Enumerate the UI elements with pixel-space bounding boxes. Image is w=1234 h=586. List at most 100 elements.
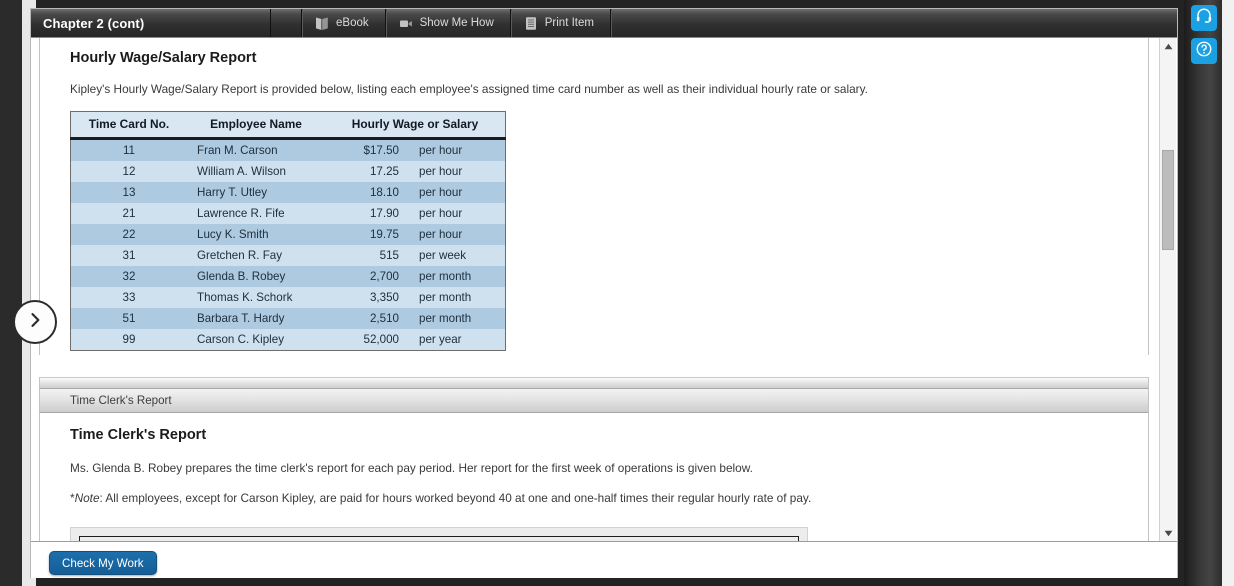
tab-ebook-label: eBook: [336, 17, 369, 29]
cell-time-card-no: 32: [122, 269, 136, 283]
title-tab-bar: Chapter 2 (cont) eBook Show Me How Print…: [31, 9, 1177, 37]
hourly-wage-section: Hourly Wage/Salary Report Kipley's Hourl…: [39, 38, 1149, 355]
cell-time-card-no: 21: [122, 206, 136, 220]
help-button[interactable]: [1191, 38, 1217, 64]
main-window: Chapter 2 (cont) eBook Show Me How Print…: [30, 8, 1178, 578]
cell-wage-period: per hour: [419, 143, 463, 157]
cell-wage-amount: 515: [379, 248, 399, 262]
tab-print-item-label: Print Item: [544, 17, 594, 29]
cell-employee-name: Thomas K. Schork: [197, 290, 293, 304]
th-employee-name: Employee Name: [187, 111, 325, 140]
document-lines-icon: [524, 16, 538, 31]
tab-ebook[interactable]: eBook: [302, 9, 386, 37]
table-header-row: Time Card No. Employee Name Hourly Wage …: [70, 111, 506, 140]
section-b-note: *Note: All employees, except for Carson …: [70, 491, 1118, 507]
table-row: 12 William A. Wilson 17.25 per hour: [70, 160, 506, 182]
cell-wage-amount: 3,350: [369, 290, 399, 304]
question-mark-icon: [1195, 40, 1213, 63]
scrollbar-thumb[interactable]: [1162, 150, 1174, 250]
cell-time-card-no: 11: [122, 143, 136, 157]
cell-employee-name: Harry T. Utley: [197, 185, 268, 199]
table-row: 21 Lawrence R. Fife 17.90 per hour: [70, 202, 506, 224]
section-a-intro: Kipley's Hourly Wage/Salary Report is pr…: [70, 82, 868, 96]
cell-wage-amount: 18.10: [369, 185, 399, 199]
headset-icon: [1195, 7, 1213, 30]
cell-time-card-no: 12: [122, 164, 136, 178]
section-bar-label: Time Clerk's Report: [70, 394, 172, 407]
time-clerk-report-box: TIME CLERK'S REPORT NO. 1: [70, 526, 808, 541]
cell-time-card-no: 33: [122, 290, 136, 304]
vertical-scrollbar[interactable]: [1159, 38, 1176, 541]
cell-time-card-no: 31: [122, 248, 136, 262]
scrollable-content: Hourly Wage/Salary Report Kipley's Hourl…: [31, 38, 1159, 541]
cell-wage-period: per week: [419, 248, 467, 262]
cell-employee-name: Fran M. Carson: [197, 143, 278, 157]
cell-employee-name: Lucy K. Smith: [197, 227, 269, 241]
cell-wage-period: per month: [419, 311, 472, 325]
cell-employee-name: Gretchen R. Fay: [197, 248, 283, 262]
cell-time-card-no: 22: [122, 227, 136, 241]
cell-wage-period: per hour: [419, 164, 463, 178]
table-row: 32 Glenda B. Robey 2,700 per month: [70, 265, 506, 287]
cell-wage-period: per hour: [419, 227, 463, 241]
tab-show-me-how[interactable]: Show Me How: [385, 9, 511, 37]
triangle-up-icon: [1164, 37, 1173, 55]
cell-employee-name: Carson C. Kipley: [197, 332, 284, 346]
book-icon: [315, 16, 329, 31]
cell-employee-name: Glenda B. Robey: [197, 269, 286, 283]
section-a-heading: Hourly Wage/Salary Report: [70, 50, 257, 66]
th-time-card-no: Time Card No.: [70, 111, 187, 140]
chapter-title: Chapter 2 (cont): [31, 9, 271, 37]
cell-employee-name: Lawrence R. Fife: [197, 206, 285, 220]
cell-time-card-no: 13: [122, 185, 136, 199]
time-clerk-section-bar: Time Clerk's Report: [39, 389, 1149, 413]
check-my-work-button[interactable]: Check My Work: [49, 551, 157, 575]
triangle-down-icon: [1164, 524, 1173, 542]
hourly-wage-table: Time Card No. Employee Name Hourly Wage …: [70, 110, 506, 351]
cell-wage-period: per hour: [419, 206, 463, 220]
scroll-down-button[interactable]: [1160, 525, 1176, 541]
application-frame: Chapter 2 (cont) eBook Show Me How Print…: [0, 0, 1234, 586]
cell-wage-amount: 52,000: [363, 332, 399, 346]
expand-panel-button[interactable]: [13, 300, 57, 344]
left-dark-strip: [0, 0, 22, 586]
right-sidebar-rail: [1184, 0, 1222, 586]
tab-show-me-how-label: Show Me How: [419, 17, 494, 29]
time-clerk-section: Time Clerk's Report Ms. Glenda B. Robey …: [39, 413, 1149, 541]
cell-wage-period: per year: [419, 332, 462, 346]
table-row: 11 Fran M. Carson $17.50 per hour: [70, 138, 506, 161]
table-row: 31 Gretchen R. Fay 515 per week: [70, 244, 506, 266]
table-row: 99 Carson C. Kipley 52,000 per year: [70, 328, 506, 351]
cell-wage-amount: 19.75: [369, 227, 399, 241]
section-b-heading: Time Clerk's Report: [70, 427, 207, 443]
th-hourly-wage-or-salary: Hourly Wage or Salary: [325, 111, 506, 140]
cell-employee-name: William A. Wilson: [197, 164, 286, 178]
section-b-paragraph: Ms. Glenda B. Robey prepares the time cl…: [70, 461, 753, 475]
footer-bar: Check My Work: [31, 541, 1177, 578]
cell-employee-name: Barbara T. Hardy: [197, 311, 285, 325]
table-row: 33 Thomas K. Schork 3,350 per month: [70, 286, 506, 308]
divider-bar: [39, 377, 1149, 389]
cell-wage-amount: $17.50: [363, 143, 399, 157]
tabbar-spacer: [271, 9, 302, 37]
note-rest: : All employees, except for Carson Kiple…: [99, 490, 812, 505]
cell-wage-amount: 17.90: [369, 206, 399, 220]
cell-time-card-no: 51: [122, 311, 136, 325]
hourly-wage-table-body: 11 Fran M. Carson $17.50 per hour 12 William …: [70, 138, 506, 351]
cell-wage-amount: 2,510: [369, 311, 399, 325]
cell-wage-amount: 17.25: [369, 164, 399, 178]
note-word: Note: [74, 490, 100, 505]
table-row: 51 Barbara T. Hardy 2,510 per month: [70, 307, 506, 329]
tab-print-item[interactable]: Print Item: [510, 9, 611, 37]
content-region: Hourly Wage/Salary Report Kipley's Hourl…: [31, 37, 1177, 541]
table-row: 13 Harry T. Utley 18.10 per hour: [70, 181, 506, 203]
cell-wage-period: per month: [419, 269, 472, 283]
right-edge-strip: [1222, 0, 1234, 586]
scroll-up-button[interactable]: [1160, 38, 1176, 54]
cell-wage-period: per month: [419, 290, 472, 304]
cell-time-card-no: 99: [122, 332, 136, 346]
cell-wage-amount: 2,700: [369, 269, 399, 283]
support-button[interactable]: [1191, 5, 1217, 31]
table-row: 22 Lucy K. Smith 19.75 per hour: [70, 223, 506, 245]
cell-wage-period: per hour: [419, 185, 463, 199]
